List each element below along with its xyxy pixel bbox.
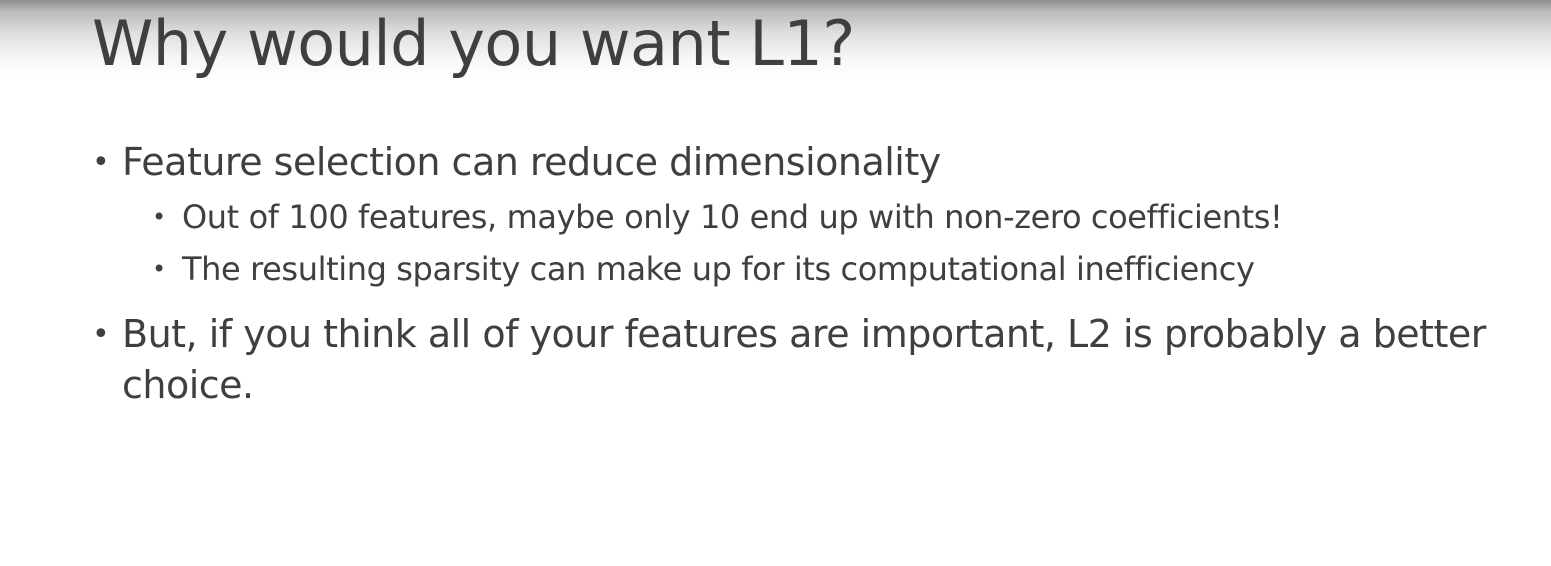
sub-bullet-list: • Out of 100 features, maybe only 10 end…	[122, 191, 1532, 295]
bullet-item: • Feature selection can reduce dimension…	[92, 137, 1532, 295]
bullet-text: But, if you think all of your features a…	[122, 312, 1486, 407]
bullet-dot-icon: •	[92, 145, 110, 180]
bullet-dot-icon: •	[92, 317, 110, 352]
bullet-dot-icon: •	[152, 203, 166, 231]
slide-title: Why would you want L1?	[92, 7, 855, 80]
sub-bullet-text: The resulting sparsity can make up for i…	[182, 250, 1255, 288]
bullet-text: Feature selection can reduce dimensional…	[122, 140, 941, 184]
bullet-list: • Feature selection can reduce dimension…	[92, 137, 1532, 411]
bullet-dot-icon: •	[152, 255, 166, 283]
sub-bullet-item: • Out of 100 features, maybe only 10 end…	[152, 191, 1532, 243]
sub-bullet-item: • The resulting sparsity can make up for…	[152, 243, 1532, 295]
bullet-item: • But, if you think all of your features…	[92, 309, 1532, 411]
sub-bullet-text: Out of 100 features, maybe only 10 end u…	[182, 198, 1283, 236]
